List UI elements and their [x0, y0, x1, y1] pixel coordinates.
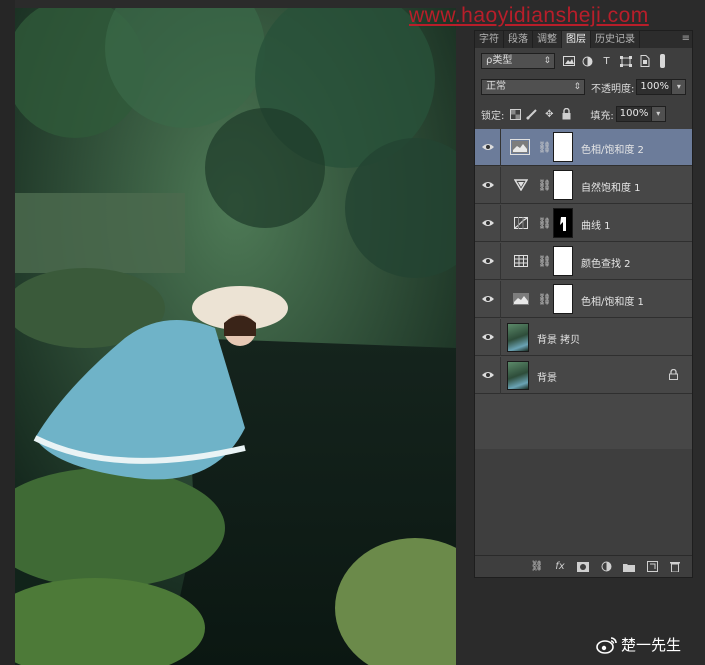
lock-row: 锁定: ✥ 填充: 100% ▾ [481, 106, 698, 122]
shape-filter-icon[interactable] [618, 55, 633, 68]
layer-name[interactable]: 背景 [537, 369, 557, 384]
layer-name[interactable]: 曲线 1 [581, 217, 611, 232]
layer-mask-thumbnail[interactable] [553, 246, 573, 276]
curves-icon [513, 216, 529, 230]
photoshop-window: www.haoyidiansheji.com 字符 段落 调整 图层 历史记录 … [0, 0, 705, 665]
row-separator [500, 243, 501, 280]
chain-link-icon[interactable]: ⛓ [538, 178, 552, 192]
blend-mode-dropdown[interactable]: 正常 ⇕ [481, 79, 585, 95]
layers-bottom-bar: ⛓ fx [475, 555, 692, 577]
new-layer-icon[interactable] [645, 561, 659, 573]
chain-link-icon[interactable]: ⛓ [538, 292, 552, 306]
layer-mask-thumbnail[interactable] [553, 284, 573, 314]
tab-paragraph[interactable]: 段落 [504, 31, 533, 48]
layer-name[interactable]: 色相/饱和度 1 [581, 293, 644, 308]
layer-row[interactable]: ⛓ 色相/饱和度 2 [475, 129, 692, 166]
lock-position-icon[interactable]: ✥ [542, 108, 556, 120]
color-lookup-icon [513, 254, 529, 268]
chain-link-icon[interactable]: ⛓ [538, 140, 552, 154]
blend-row: 正常 ⇕ 不透明度: 100% ▾ [481, 79, 698, 95]
eye-icon[interactable] [481, 331, 495, 343]
opacity-label: 不透明度: [591, 83, 635, 95]
chevron-down-icon: ⇕ [543, 56, 551, 66]
eye-icon[interactable] [481, 141, 495, 153]
layer-row[interactable]: 背景 [475, 357, 692, 394]
filter-toggle-switch[interactable] [660, 54, 665, 68]
lock-label: 锁定: [481, 110, 505, 122]
layer-mask-thumbnail[interactable] [553, 132, 573, 162]
row-separator [500, 129, 501, 166]
lock-transparency-icon[interactable] [508, 108, 522, 120]
row-separator [500, 357, 501, 394]
layers-panel: 字符 段落 调整 图层 历史记录 ≡ ρ类型 ⇕ T 正常 ⇕ 不透明度: 10… [474, 30, 693, 578]
layer-mask-thumbnail[interactable] [553, 170, 573, 200]
weibo-icon [596, 636, 617, 654]
eye-icon[interactable] [481, 179, 495, 191]
lock-all-icon[interactable] [559, 108, 573, 120]
trash-icon[interactable] [668, 561, 682, 573]
filter-type-dropdown[interactable]: ρ类型 ⇕ [481, 53, 555, 69]
canvas-gutter [0, 0, 15, 665]
row-separator [500, 319, 501, 356]
link-icon[interactable]: ⛓ [530, 561, 544, 573]
document-canvas[interactable] [15, 8, 456, 665]
layer-row[interactable]: ⛓ 曲线 1 [475, 205, 692, 242]
panel-menu-icon[interactable]: ≡ [682, 33, 690, 44]
eye-icon[interactable] [481, 369, 495, 381]
layer-name[interactable]: 背景 拷贝 [537, 331, 580, 346]
layer-row[interactable]: ⛓ 色相/饱和度 1 [475, 281, 692, 318]
filter-type-label: ρ类型 [486, 55, 513, 66]
watermark-text: www.haoyidiansheji.com [409, 4, 649, 27]
add-mask-icon[interactable] [576, 561, 590, 573]
hue-saturation-icon [510, 139, 530, 155]
hue-saturation-icon [513, 292, 529, 306]
panel-tabbar: 字符 段落 调整 图层 历史记录 [475, 31, 692, 48]
layer-row[interactable]: 背景 拷贝 [475, 319, 692, 356]
folder-icon[interactable] [622, 561, 636, 573]
eye-icon[interactable] [481, 255, 495, 267]
lock-icons: ✥ [508, 108, 576, 120]
vibrance-icon [513, 178, 529, 192]
lock-icon [669, 368, 678, 383]
fill-input[interactable]: 100% [615, 106, 652, 122]
filter-icons: T [561, 54, 665, 68]
tab-adjustments[interactable]: 调整 [533, 31, 562, 48]
layer-thumbnail[interactable] [507, 361, 529, 390]
layer-row[interactable]: ⛓ 颜色查找 2 [475, 243, 692, 280]
author-name: 楚一先生 [621, 636, 682, 654]
opacity-input[interactable]: 100% [636, 79, 673, 95]
tab-character[interactable]: 字符 [475, 31, 504, 48]
chevron-down-icon: ⇕ [573, 82, 581, 92]
row-separator [500, 281, 501, 318]
row-separator [500, 167, 501, 204]
layer-name[interactable]: 色相/饱和度 2 [581, 141, 644, 156]
layer-mask-thumbnail[interactable] [553, 208, 573, 238]
chain-link-icon[interactable]: ⛓ [538, 254, 552, 268]
adjustment-filter-icon[interactable] [580, 55, 595, 68]
type-filter-icon[interactable]: T [599, 55, 614, 68]
eye-icon[interactable] [481, 217, 495, 229]
adjustment-layer-icon[interactable] [599, 561, 613, 573]
layer-name[interactable]: 自然饱和度 1 [581, 179, 641, 194]
smart-object-filter-icon[interactable] [637, 55, 652, 68]
author-credit: 楚一先生 [596, 634, 681, 655]
chain-link-icon[interactable]: ⛓ [538, 216, 552, 230]
layer-thumbnail[interactable] [507, 323, 529, 352]
blend-mode-value: 正常 [486, 81, 506, 92]
row-separator [500, 205, 501, 242]
fx-icon[interactable]: fx [553, 561, 567, 573]
image-filter-icon[interactable] [561, 55, 576, 68]
fill-slider-toggle[interactable]: ▾ [651, 106, 666, 122]
fill-label: 填充: [590, 110, 614, 122]
lock-pixels-icon[interactable] [525, 108, 539, 120]
eye-icon[interactable] [481, 293, 495, 305]
opacity-slider-toggle[interactable]: ▾ [672, 79, 687, 95]
tab-history[interactable]: 历史记录 [591, 31, 640, 48]
layer-name[interactable]: 颜色查找 2 [581, 255, 631, 270]
filter-row: ρ类型 ⇕ T [481, 53, 698, 69]
tab-layers[interactable]: 图层 [562, 31, 591, 48]
layer-row[interactable]: ⛓ 自然饱和度 1 [475, 167, 692, 204]
photo-image [15, 8, 456, 665]
layers-list: ⛓ 色相/饱和度 2 ⛓ 自然饱和度 1 ⛓ 曲线 1 ⛓ 颜色查找 2 ⛓ 色… [475, 129, 692, 449]
